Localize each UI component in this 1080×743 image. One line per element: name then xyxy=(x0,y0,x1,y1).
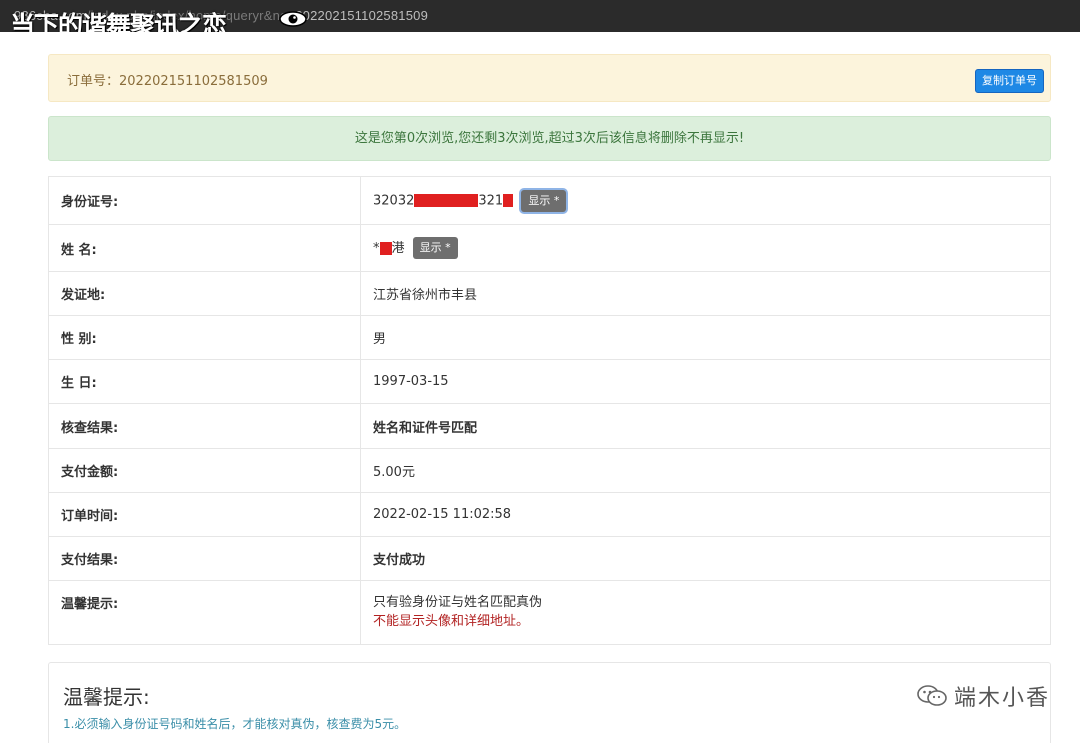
tip-line-1: 只有验身份证与姓名匹配真伪 xyxy=(373,595,543,610)
id-label: 身份证号: xyxy=(48,176,361,225)
birthday-label: 生 日: xyxy=(48,359,361,404)
id-suffix: 321 xyxy=(478,193,504,208)
result-label: 核查结果: xyxy=(48,403,361,449)
tips-line: 1.必须输入身份证号码和姓名后，才能核对真伪，核查费为5元。 xyxy=(63,717,407,731)
table-row-tip: 温馨提示: 只有验身份证与姓名匹配真伪 不能显示头像和详细地址。 xyxy=(48,580,1051,645)
tip-label: 温馨提示: xyxy=(48,580,361,645)
table-row-amount: 支付金额: 5.00元 xyxy=(48,448,1051,493)
place-value: 江苏省徐州市丰县 xyxy=(360,271,1051,316)
id-value: 32032 321 显示 * xyxy=(360,176,1051,225)
amount-value: 5.00元 xyxy=(360,448,1051,493)
pay-value: 支付成功 xyxy=(360,536,1051,581)
id-redaction xyxy=(414,194,479,207)
table-row-result: 核查结果: 姓名和证件号匹配 xyxy=(48,403,1051,449)
name-suffix: 港 xyxy=(391,240,405,256)
order-number: 订单号：202202151102581509 xyxy=(67,74,268,89)
name-redaction xyxy=(379,241,392,255)
tip-line-2: 不能显示头像和详细地址。 xyxy=(373,614,530,629)
place-label: 发证地: xyxy=(48,271,361,316)
table-row-time: 订单时间: 2022-02-15 11:02:58 xyxy=(48,492,1051,537)
gender-label: 性 别: xyxy=(48,315,361,360)
copy-order-button[interactable]: 复制订单号 xyxy=(975,69,1044,93)
tips-title: 温馨提示: xyxy=(63,685,150,709)
browser-address-bar[interactable]: 986cha.com/index.php/index/home/queryr&n… xyxy=(0,0,1080,40)
id-prefix: 32032 xyxy=(373,193,415,208)
page-content: 订单号：202202151102581509 复制订单号 这是您第0次浏览,您还… xyxy=(0,32,1080,743)
name-label: 姓 名: xyxy=(48,224,361,272)
time-value: 2022-02-15 11:02:58 xyxy=(360,492,1051,537)
table-row-place: 发证地: 江苏省徐州市丰县 xyxy=(48,271,1051,316)
pay-label: 支付结果: xyxy=(48,536,361,581)
time-label: 订单时间: xyxy=(48,492,361,537)
table-row-id: 身份证号: 32032 321 显示 * xyxy=(48,176,1051,225)
order-number-bar: 订单号：202202151102581509 复制订单号 xyxy=(48,54,1051,102)
watermark-text: 端木小香 xyxy=(953,686,1050,711)
table-row-name: 姓 名: * 港 显示 * xyxy=(48,224,1051,272)
table-row-gender: 性 别: 男 xyxy=(48,315,1051,360)
result-value: 姓名和证件号匹配 xyxy=(360,403,1051,449)
birthday-value: 1997-03-15 xyxy=(360,359,1051,404)
eye-icon xyxy=(279,11,307,27)
watermark: 端木小香 xyxy=(916,683,1050,711)
url-order-no: 202202151102581509 xyxy=(295,8,429,23)
id-redaction-2 xyxy=(503,194,514,207)
wechat-icon xyxy=(917,685,947,706)
show-name-button[interactable]: 显示 * xyxy=(412,237,458,260)
view-count-notice: 这是您第0次浏览,您还剩3次浏览,超过3次后该信息将删除不再显示! xyxy=(48,116,1051,161)
gender-value: 男 xyxy=(360,315,1051,360)
verification-table: 身份证号: 32032 321 显示 * 姓 名: * 港 显示 * 发证地: 江苏… xyxy=(48,176,1051,645)
amount-label: 支付金额: xyxy=(48,448,361,493)
show-id-button[interactable]: 显示 * xyxy=(521,189,567,212)
tip-value: 只有验身份证与姓名匹配真伪 不能显示头像和详细地址。 xyxy=(360,580,1051,645)
table-row-birthday: 生 日: 1997-03-15 xyxy=(48,359,1051,404)
tips-panel: 温馨提示: 1.必须输入身份证号码和姓名后，才能核对真伪，核查费为5元。 xyxy=(48,662,1051,743)
table-row-pay: 支付结果: 支付成功 xyxy=(48,536,1051,581)
name-value: * 港 显示 * xyxy=(360,224,1051,272)
